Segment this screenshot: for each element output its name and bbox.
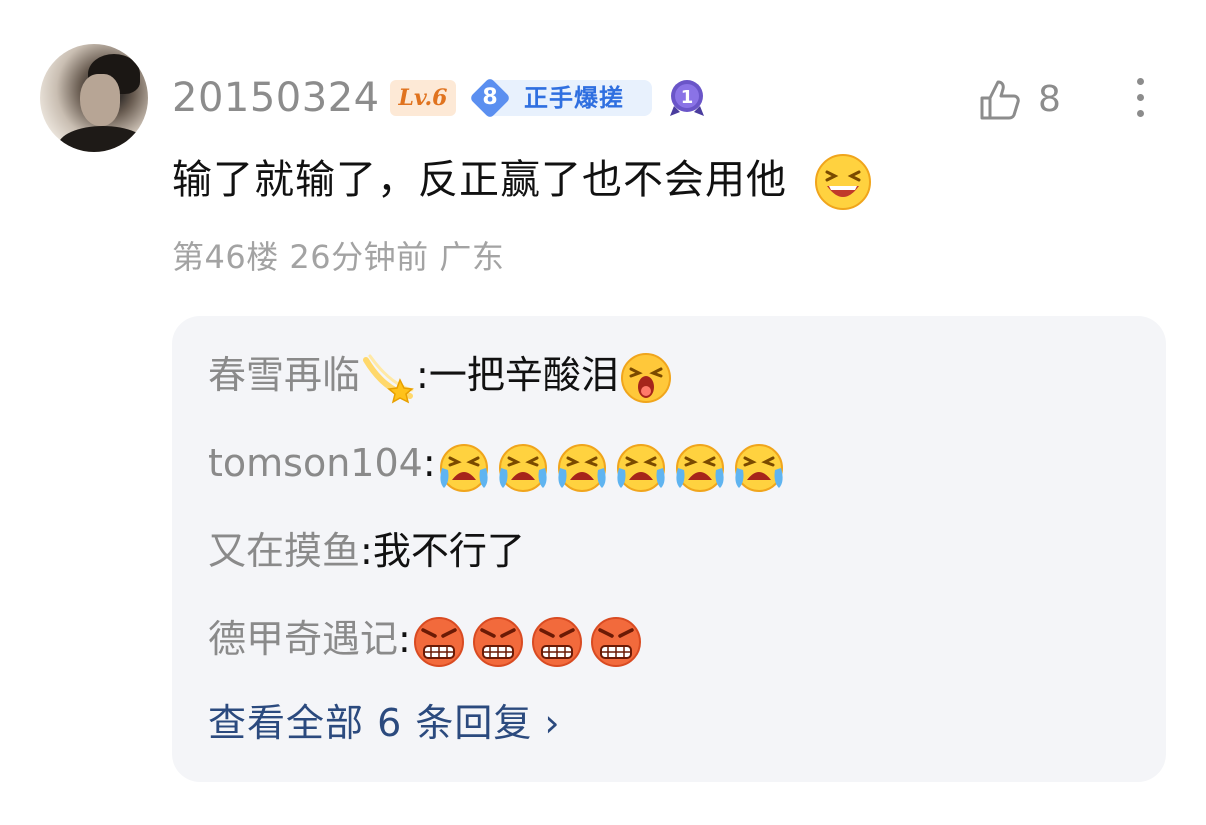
reply-separator: : [416, 353, 429, 397]
angry-grimace-emoji-icon [470, 614, 529, 670]
crying-face-emoji-icon [436, 438, 495, 494]
thumbs-up-icon [980, 80, 1020, 120]
reply-separator: : [422, 441, 436, 485]
crying-face-emoji-icon [554, 438, 613, 494]
avatar-face [80, 74, 120, 126]
more-dot [1136, 110, 1144, 117]
reply-separator: : [360, 529, 373, 573]
reply-author[interactable]: 又在摸鱼 [208, 529, 360, 573]
crying-face-emoji-icon [672, 438, 731, 494]
reply-author[interactable]: 德甲奇遇记 [208, 617, 398, 661]
crying-face-emoji-icon [613, 438, 672, 494]
floor-number: 第46楼 [172, 238, 279, 276]
view-all-replies-link[interactable]: 查看全部 6 条回复 › [208, 696, 561, 750]
crying-face-emoji-icon [731, 438, 790, 494]
view-all-label: 查看全部 6 条回复 [208, 701, 533, 745]
level-badge: Lv.6 [390, 80, 456, 116]
like-count: 8 [1038, 79, 1061, 120]
comment-body: 输了就输了，反正赢了也不会用他 [172, 152, 873, 212]
reply-text: 一把辛酸泪 [428, 353, 619, 397]
more-dot [1136, 78, 1144, 85]
user-avatar[interactable] [40, 44, 148, 152]
medal-number: 8 [482, 85, 498, 110]
medal-title: 正手爆搓 [524, 84, 624, 112]
comment-meta: 第46楼 26分钟前 广东 [172, 234, 504, 280]
reply-text: 我不行了 [372, 529, 525, 573]
replies-panel: 春雪再临 :一把辛酸泪 tomson104: 又在摸鱼:我不行了 德甲奇遇记: … [172, 316, 1166, 782]
reply-separator: : [398, 617, 411, 661]
reply-item[interactable]: 德甲奇遇记: [208, 612, 647, 670]
username[interactable]: 20150324 [172, 74, 380, 122]
fan-medal-badge[interactable]: 8 正手爆搓 [469, 77, 652, 119]
rank-medal-icon: 1 [668, 78, 706, 118]
more-dot [1136, 94, 1144, 101]
angry-grimace-emoji-icon [411, 614, 470, 670]
crying-loud-emoji-icon [619, 351, 673, 405]
rank-number: 1 [681, 87, 694, 108]
avatar-shoulder [58, 126, 148, 152]
comment-text: 输了就输了，反正赢了也不会用他 [172, 157, 787, 203]
location: 广东 [439, 238, 505, 276]
shooting-star-emoji-icon [360, 350, 416, 406]
crying-face-emoji-icon [495, 438, 554, 494]
reply-emoji-row [411, 616, 647, 667]
reply-author[interactable]: tomson104 [208, 441, 423, 485]
reply-emoji-row [436, 441, 790, 492]
reply-item[interactable]: 春雪再临 :一把辛酸泪 [208, 348, 673, 406]
more-options-button[interactable] [1128, 74, 1152, 126]
reply-item[interactable]: tomson104: [208, 436, 790, 494]
chevron-right-icon: › [544, 701, 561, 745]
post-time: 26分钟前 [289, 238, 429, 276]
angry-grimace-emoji-icon [529, 614, 588, 670]
laughing-squint-emoji-icon [813, 152, 873, 212]
reply-author[interactable]: 春雪再临 [208, 353, 360, 397]
angry-grimace-emoji-icon [588, 614, 647, 670]
reply-item[interactable]: 又在摸鱼:我不行了 [208, 524, 525, 578]
